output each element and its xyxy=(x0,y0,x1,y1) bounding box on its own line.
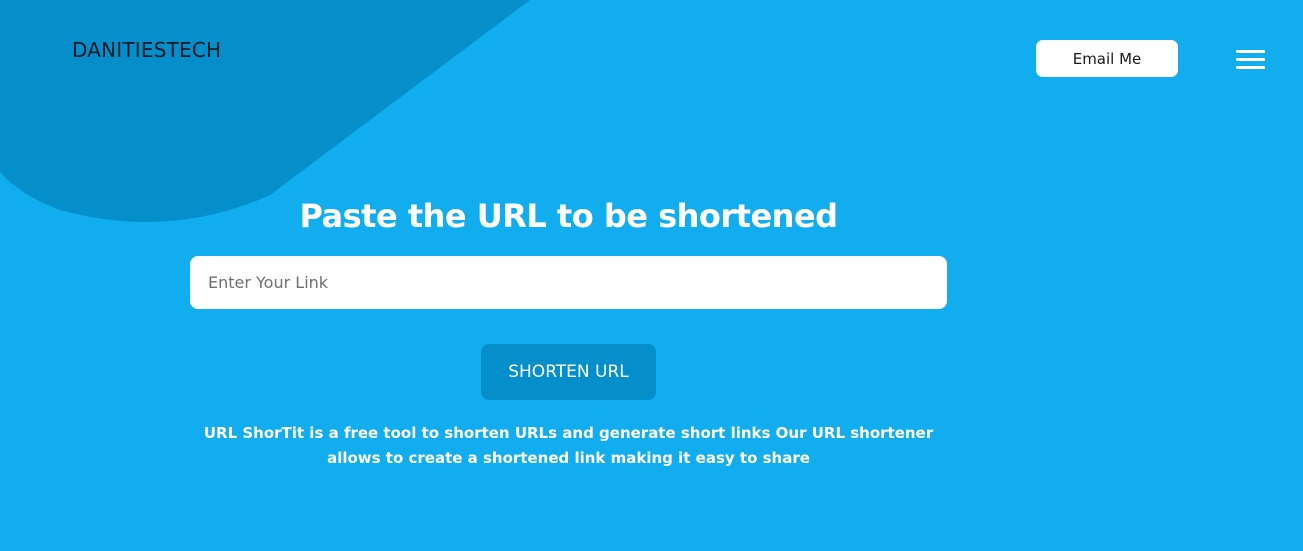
hamburger-menu-icon[interactable] xyxy=(1236,50,1265,70)
brand-logo[interactable]: DANITIESTECH xyxy=(72,38,221,62)
email-me-button[interactable]: Email Me xyxy=(1036,40,1178,77)
menu-bar xyxy=(1236,50,1265,53)
menu-bar xyxy=(1236,58,1265,61)
menu-bar xyxy=(1236,66,1265,69)
description-text: URL ShorTit is a free tool to shorten UR… xyxy=(203,424,934,467)
url-input[interactable] xyxy=(190,256,947,309)
page-title: Paste the URL to be shortened xyxy=(299,197,838,235)
shorten-url-button[interactable]: SHORTEN URL xyxy=(481,344,656,400)
